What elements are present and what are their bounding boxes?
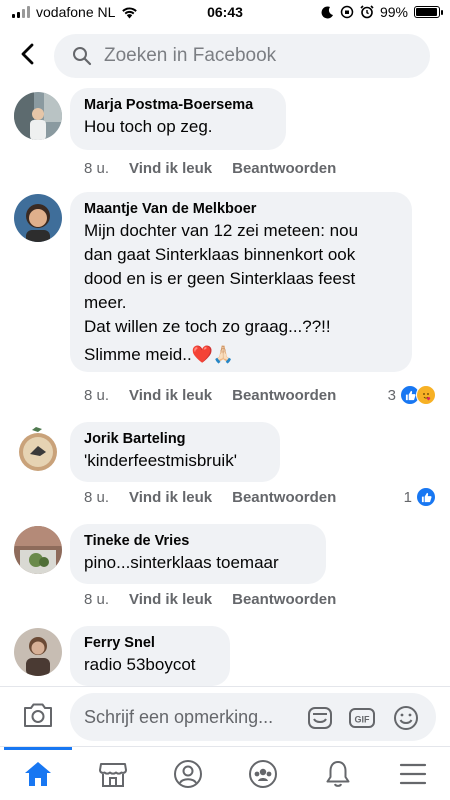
reply-button[interactable]: Beantwoorden [232, 489, 336, 506]
comment-author[interactable]: Jorik Barteling [84, 430, 266, 449]
menu-icon [399, 763, 426, 785]
comment-bubble[interactable]: Ferry Snel radio 53boycot [70, 626, 230, 686]
tab-notifications[interactable] [300, 747, 375, 800]
tab-profile[interactable] [150, 747, 225, 800]
reaction-count: 1 [403, 488, 412, 506]
comment-text-line: Mijn dochter van 12 zei meteen: nou [84, 221, 359, 240]
reaction-summary[interactable]: 3 [388, 385, 436, 405]
like-button[interactable]: Vind ik leuk [129, 160, 212, 177]
like-button[interactable]: Vind ik leuk [129, 591, 212, 608]
avatar-sticker-button[interactable] [306, 705, 334, 731]
comment-text: pino...sinterklaas toemaar [84, 553, 279, 572]
gif-icon: GIF [349, 708, 375, 728]
comment-text-line: dan gaat Sinterklaas binnenkort ook [84, 245, 356, 264]
comment-text: 'kinderfeestmisbruik' [84, 451, 237, 470]
comment-actions: 8 u. Vind ik leuk Beantwoorden [84, 591, 336, 608]
battery-icon [414, 6, 443, 18]
status-right: 99% [321, 4, 443, 20]
avatar[interactable] [14, 194, 62, 242]
comment-actions: 8 u. Vind ik leuk Beantwoorden [84, 489, 336, 506]
tab-home[interactable] [0, 747, 75, 800]
avatar[interactable] [14, 526, 62, 574]
comment-actions: 8 u. Vind ik leuk Beantwoorden [84, 160, 336, 177]
search-input[interactable]: Zoeken in Facebook [54, 34, 430, 78]
home-icon [24, 762, 51, 786]
comment-text-line: meer. [84, 293, 127, 312]
like-reaction-icon [416, 487, 436, 507]
comment-text-line: Dat willen ze toch zo graag...??!! [84, 317, 331, 336]
comment-author[interactable]: Maantje Van de Melkboer [84, 200, 398, 219]
search-placeholder: Zoeken in Facebook [104, 45, 277, 66]
tab-marketplace[interactable] [75, 747, 150, 800]
alarm-icon [360, 5, 374, 19]
marketplace-icon [98, 763, 127, 787]
chevron-left-icon [21, 43, 34, 65]
bell-icon [326, 761, 349, 787]
top-bar: Zoeken in Facebook [0, 30, 450, 80]
battery-percent: 99% [379, 4, 408, 20]
comment-time[interactable]: 8 u. [84, 387, 109, 404]
camera-button[interactable] [22, 701, 54, 733]
groups-icon [248, 760, 277, 788]
reply-button[interactable]: Beantwoorden [232, 160, 336, 177]
comment-author[interactable]: Tineke de Vries [84, 532, 312, 551]
svg-text:GIF: GIF [355, 715, 371, 725]
avatar-sticker-icon [308, 707, 332, 729]
gif-button[interactable]: GIF [348, 705, 376, 731]
like-button[interactable]: Vind ik leuk [129, 387, 212, 404]
comments-feed[interactable]: Marja Postma-Boersema Hou toch op zeg. 8… [0, 84, 450, 686]
comment-composer: Schrijf een opmerking... GIF [0, 686, 450, 746]
profile-icon [173, 760, 202, 788]
reply-button[interactable]: Beantwoorden [232, 387, 336, 404]
reaction-count: 3 [387, 386, 396, 404]
search-icon [73, 47, 92, 66]
camera-icon [24, 703, 52, 727]
moon-icon [321, 5, 333, 18]
emoji-button[interactable] [392, 705, 420, 731]
comment-actions: 8 u. Vind ik leuk Beantwoorden [84, 387, 336, 404]
comment-time[interactable]: 8 u. [84, 591, 109, 608]
back-button[interactable] [12, 38, 44, 70]
comment-bubble[interactable]: Jorik Barteling 'kinderfeestmisbruik' [70, 422, 280, 482]
comment-time[interactable]: 8 u. [84, 160, 109, 177]
comment-text: Hou toch op zeg. [84, 117, 213, 136]
comment-time[interactable]: 8 u. [84, 489, 109, 506]
reaction-summary[interactable]: 1 [404, 487, 436, 507]
comment-input[interactable]: Schrijf een opmerking... GIF [70, 693, 436, 741]
emoji-icon [394, 706, 418, 730]
tab-groups[interactable] [225, 747, 300, 800]
comment-bubble[interactable]: Maantje Van de Melkboer Mijn dochter van… [70, 192, 412, 372]
avatar[interactable] [14, 424, 62, 472]
like-button[interactable]: Vind ik leuk [129, 489, 212, 506]
avatar[interactable] [14, 628, 62, 676]
tab-menu[interactable] [375, 747, 450, 800]
comment-bubble[interactable]: Marja Postma-Boersema Hou toch op zeg. [70, 88, 286, 150]
comment-text-line: Slimme meid..❤️🙏🏻 [84, 345, 235, 364]
comment-placeholder: Schrijf een opmerking... [84, 707, 274, 727]
comment-author[interactable]: Ferry Snel [84, 634, 216, 653]
care-reaction-icon [416, 385, 436, 405]
comment-text: radio 53boycot [84, 655, 196, 674]
comment-bubble[interactable]: Tineke de Vries pino...sinterklaas toema… [70, 524, 326, 584]
comment-text-line: dood en is er geen Sinterklaas feest [84, 269, 356, 288]
status-bar: vodafone NL 06:43 99% [0, 0, 450, 26]
comment-author[interactable]: Marja Postma-Boersema [84, 96, 272, 115]
reply-button[interactable]: Beantwoorden [232, 591, 336, 608]
orientation-lock-icon [340, 5, 354, 19]
bottom-tab-bar [0, 746, 450, 800]
avatar[interactable] [14, 92, 62, 140]
